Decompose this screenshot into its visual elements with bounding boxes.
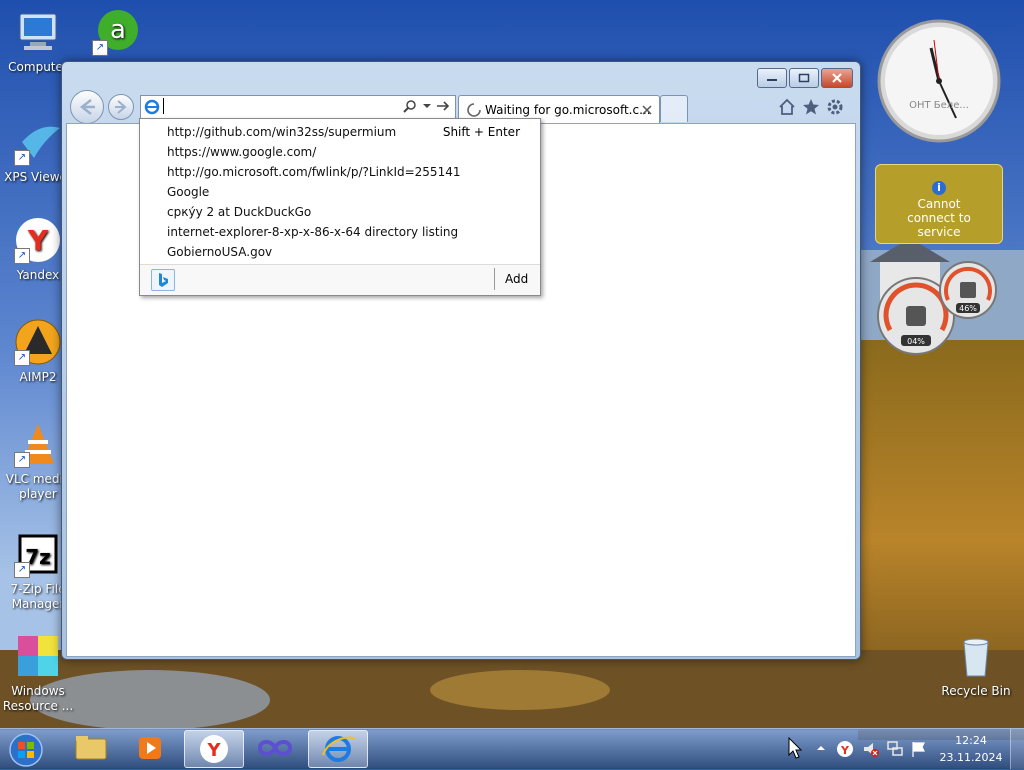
taskbar-internet-explorer-button[interactable] (308, 730, 368, 768)
network-icon[interactable] (886, 740, 904, 758)
gear-icon[interactable] (826, 98, 844, 116)
cpu-meter-gadget[interactable]: 04% 46% (870, 260, 1010, 360)
shortcut-arrow-icon: ↗ (14, 150, 30, 166)
taskbar-clock-date[interactable]: 23.11.2024 (938, 751, 1004, 764)
shortcut-arrow-icon: ↗ (14, 562, 30, 578)
start-button[interactable] (4, 730, 48, 768)
memory-usage-value: 46% (959, 304, 977, 313)
search-provider-bar: Add (140, 264, 540, 295)
internet-explorer-icon (322, 736, 356, 762)
aimp-icon: ↗ (14, 318, 62, 366)
cpu-usage-value: 04% (907, 337, 925, 346)
svg-text:Y: Y (27, 224, 49, 257)
taskbar: Y Y 12:24 23.11.2024 (0, 728, 1024, 769)
taskbar-app-button[interactable] (246, 730, 304, 766)
info-icon: i (932, 181, 946, 195)
action-center-flag-icon[interactable] (910, 740, 928, 758)
yandex-browser-icon: Y ↗ (14, 216, 62, 264)
minimize-icon (767, 79, 777, 81)
recycle-bin-icon (952, 632, 1000, 680)
svg-text:a: a (110, 15, 126, 45)
volume-muted-icon[interactable] (862, 740, 880, 758)
desktop-icon-label: Windows Resource ... (2, 684, 74, 713)
yandex-tray-icon[interactable]: Y (836, 740, 854, 758)
home-icon[interactable] (778, 98, 796, 116)
windows-resource-kit-icon (14, 632, 62, 680)
maximize-button[interactable] (789, 68, 819, 88)
taskbar-clock-time[interactable]: 12:24 (950, 734, 992, 747)
address-autocomplete-dropdown: http://github.com/win32ss/supermium Shif… (139, 118, 541, 296)
infinity-app-icon (257, 740, 293, 756)
desktop-icon-label: AIMP2 (19, 370, 57, 384)
favorites-star-icon[interactable] (802, 98, 820, 116)
suggestion-item[interactable]: Google (167, 184, 209, 200)
mouse-cursor-icon (788, 737, 803, 759)
chevron-up-icon[interactable] (816, 743, 826, 753)
forward-button[interactable] (108, 94, 134, 120)
back-button[interactable] (70, 90, 104, 124)
desktop-icon-recycle-bin[interactable]: Recycle Bin (936, 632, 1016, 699)
weather-gadget[interactable]: i Cannot connect to service (875, 164, 1003, 244)
shortcut-arrow-icon: ↗ (14, 350, 30, 366)
7zip-icon: 7z ↗ (14, 530, 62, 578)
add-search-provider-button[interactable]: Add (505, 272, 528, 286)
taskbar-media-player-button[interactable] (122, 730, 180, 766)
show-desktop-button[interactable] (1010, 729, 1024, 769)
shortcut-arrow-icon: ↗ (92, 40, 108, 56)
desktop-icon-label: Computer (8, 60, 68, 74)
suggestion-item[interactable]: https://www.google.com/ (167, 144, 316, 160)
close-icon (832, 73, 842, 83)
close-tab-icon[interactable] (642, 105, 652, 115)
loading-spinner-icon (467, 103, 481, 117)
clock-gadget[interactable]: ОНТ Беле... (876, 18, 1002, 144)
svg-text:Y: Y (206, 740, 221, 761)
divider (494, 268, 495, 290)
desktop-icon-label: Yandex (16, 268, 60, 282)
weather-error-message: Cannot connect to service (907, 197, 971, 239)
folder-icon (75, 736, 107, 760)
maximize-icon (798, 73, 810, 83)
ie-page-icon (144, 99, 160, 115)
suggestion-item[interactable]: GobiernoUSA.gov (167, 244, 272, 260)
window-caption-buttons (755, 68, 853, 88)
media-player-icon (139, 737, 161, 759)
close-button[interactable] (821, 68, 853, 88)
desktop-icon-a[interactable]: a ↗ (76, 8, 156, 60)
shortcut-arrow-icon: ↗ (14, 248, 30, 264)
new-tab-button[interactable] (660, 95, 688, 122)
desktop-icon-label: 7-Zip File Manager (10, 582, 66, 611)
desktop-icon-label: Recycle Bin (941, 684, 1011, 698)
clock-gadget-label: ОНТ Беле... (909, 100, 969, 111)
address-bar[interactable] (140, 95, 456, 119)
svg-text:Y: Y (840, 744, 850, 757)
yandex-browser-icon: Y (200, 735, 228, 763)
go-arrow-icon[interactable] (436, 99, 450, 113)
suggestion-item[interactable]: http://github.com/win32ss/supermium (167, 124, 396, 140)
address-input[interactable] (163, 98, 376, 114)
green-a-app-icon: a ↗ (92, 8, 140, 56)
search-icon[interactable] (403, 99, 417, 113)
xps-viewer-icon: ↗ (14, 118, 62, 166)
computer-icon (14, 8, 62, 56)
chevron-down-icon[interactable] (422, 101, 432, 111)
arrow-right-icon (115, 100, 127, 114)
suggestion-item[interactable]: срку́у 2 at DuckDuckGo (167, 204, 311, 220)
taskbar-yandex-button[interactable]: Y (184, 730, 244, 768)
shortcut-hint: Shift + Enter (442, 125, 520, 139)
minimize-button[interactable] (757, 68, 787, 88)
bing-search-button[interactable] (151, 269, 175, 291)
bing-icon (159, 273, 168, 287)
arrow-left-icon (79, 99, 95, 115)
shortcut-arrow-icon: ↗ (14, 452, 30, 468)
tab-title: Waiting for go.microsoft.c... (485, 103, 651, 117)
suggestion-item[interactable]: http://go.microsoft.com/fwlink/p/?LinkId… (167, 164, 460, 180)
vlc-cone-icon: ↗ (14, 420, 62, 468)
suggestion-item[interactable]: internet-explorer-8-xp-x-86-x-64 directo… (167, 224, 458, 240)
taskbar-explorer-button[interactable] (62, 730, 120, 766)
